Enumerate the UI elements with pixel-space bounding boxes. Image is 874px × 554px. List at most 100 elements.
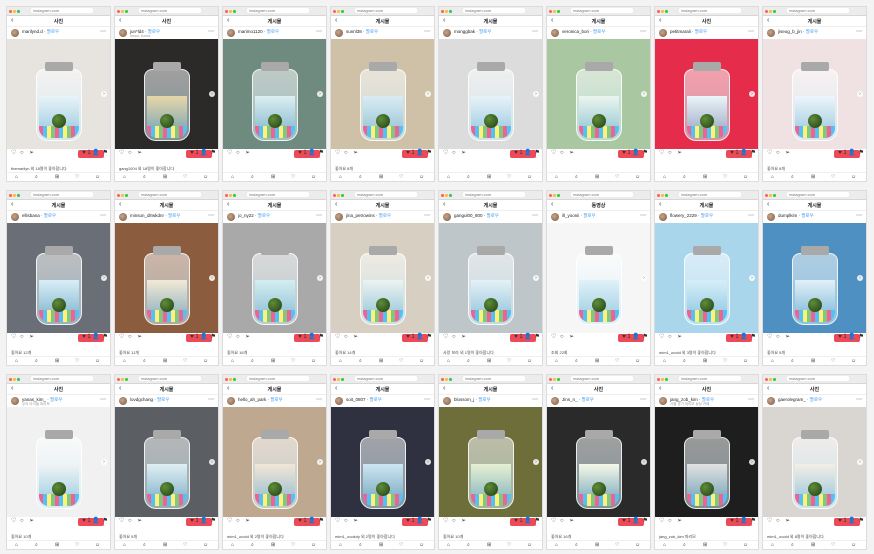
bookmark-icon[interactable]: ⚑ [643,150,648,157]
bookmark-icon[interactable]: ⚑ [211,150,216,157]
address-bar[interactable]: instagram.com [31,376,93,381]
post-author[interactable]: ill_yoonii · 팔로우 ⋯ [547,211,650,223]
maximize-dot[interactable] [557,10,560,13]
notification-badge[interactable]: ♥ 1 👤 [618,150,644,158]
username[interactable]: soit_0807 [346,397,366,402]
address-bar[interactable]: instagram.com [355,192,417,197]
close-dot[interactable] [657,378,660,381]
more-options-icon[interactable]: ⋯ [640,28,646,35]
profile-icon[interactable]: ☺ [419,358,424,364]
post-photo[interactable]: › [331,223,434,333]
close-dot[interactable] [549,194,552,197]
home-icon[interactable]: ⌂ [771,542,774,548]
close-dot[interactable] [441,378,444,381]
share-icon[interactable]: ➢ [785,518,790,525]
follow-link[interactable]: 팔로우 [47,29,59,34]
next-photo-icon[interactable]: › [209,275,215,281]
bookmark-icon[interactable]: ⚑ [427,334,432,341]
search-icon[interactable]: ⌕ [467,174,470,180]
minimize-dot[interactable] [337,10,340,13]
maximize-dot[interactable] [341,10,344,13]
maximize-dot[interactable] [557,194,560,197]
address-bar[interactable]: instagram.com [571,376,633,381]
new-post-icon[interactable]: ⊞ [703,542,707,548]
comment-icon[interactable]: ○ [776,518,780,525]
minimize-dot[interactable] [553,378,556,381]
follow-link[interactable]: 팔로우 [168,213,180,218]
post-photo[interactable]: › [763,407,866,517]
follow-link[interactable]: 팔로우 [806,29,818,34]
more-options-icon[interactable]: ⋯ [208,28,214,35]
avatar[interactable] [119,213,127,221]
profile-icon[interactable]: ☺ [419,174,424,180]
window-controls[interactable] [765,193,777,199]
notification-badge[interactable]: ♥ 1 👤 [186,150,212,158]
window-controls[interactable] [9,377,21,383]
search-icon[interactable]: ⌕ [251,358,254,364]
share-icon[interactable]: ➢ [245,150,250,157]
username[interactable]: flowery_2229 [670,213,697,218]
window-controls[interactable] [657,9,669,15]
address-bar[interactable]: instagram.com [139,376,201,381]
close-dot[interactable] [549,378,552,381]
window-controls[interactable] [765,377,777,383]
close-dot[interactable] [657,10,660,13]
close-dot[interactable] [333,194,336,197]
address-bar[interactable]: instagram.com [787,376,849,381]
comment-icon[interactable]: ○ [452,334,456,341]
notification-badge[interactable]: ♥ 1 👤 [294,518,320,526]
comment-icon[interactable]: ○ [668,518,672,525]
profile-icon[interactable]: ☺ [95,542,100,548]
bookmark-icon[interactable]: ⚑ [427,150,432,157]
more-options-icon[interactable]: ⋯ [856,28,862,35]
follow-link[interactable]: 팔로우 [695,29,707,34]
minimize-dot[interactable] [553,10,556,13]
heart-icon[interactable]: ♡ [11,518,16,525]
post-photo[interactable]: › [115,223,218,333]
more-options-icon[interactable]: ⋯ [100,212,106,219]
home-icon[interactable]: ⌂ [231,174,234,180]
profile-icon[interactable]: ☺ [311,358,316,364]
window-controls[interactable] [225,377,237,383]
avatar[interactable] [11,213,19,221]
search-icon[interactable]: ⌕ [35,174,38,180]
comment-icon[interactable]: ○ [128,518,132,525]
new-post-icon[interactable]: ⊞ [271,358,275,364]
minimize-dot[interactable] [121,194,124,197]
home-icon[interactable]: ⌂ [663,358,666,364]
post-photo[interactable]: › [115,407,218,517]
avatar[interactable] [119,29,127,37]
next-photo-icon[interactable]: › [101,275,107,281]
activity-icon[interactable]: ♡ [723,542,727,548]
maximize-dot[interactable] [665,10,668,13]
follow-link[interactable]: 팔로우 [701,213,713,218]
next-photo-icon[interactable]: › [857,459,863,465]
post-author[interactable]: marilynd.d · 팔로우 ⋯ [7,27,110,39]
window-controls[interactable] [441,9,453,15]
maximize-dot[interactable] [773,194,776,197]
minimize-dot[interactable] [229,10,232,13]
window-controls[interactable] [441,193,453,199]
window-controls[interactable] [333,377,345,383]
notification-badge[interactable]: ♥ 1 👤 [834,334,860,342]
window-controls[interactable] [333,193,345,199]
close-dot[interactable] [225,10,228,13]
address-bar[interactable]: instagram.com [247,192,309,197]
follow-link[interactable]: 팔로우 [270,397,282,402]
post-photo[interactable]: › [655,39,758,149]
new-post-icon[interactable]: ⊞ [163,174,167,180]
more-options-icon[interactable]: ⋯ [748,212,754,219]
bookmark-icon[interactable]: ⚑ [427,518,432,525]
home-icon[interactable]: ⌂ [555,542,558,548]
bookmark-icon[interactable]: ⚑ [751,334,756,341]
username[interactable]: petitmarali [670,29,691,34]
follow-link[interactable]: 팔로우 [810,397,822,402]
avatar[interactable] [767,213,775,221]
post-photo[interactable]: › [223,223,326,333]
maximize-dot[interactable] [17,378,20,381]
next-photo-icon[interactable]: › [749,459,755,465]
notification-badge[interactable]: ♥ 1 👤 [510,150,536,158]
profile-icon[interactable]: ☺ [743,542,748,548]
heart-icon[interactable]: ♡ [335,518,340,525]
notification-badge[interactable]: ♥ 1 👤 [618,334,644,342]
